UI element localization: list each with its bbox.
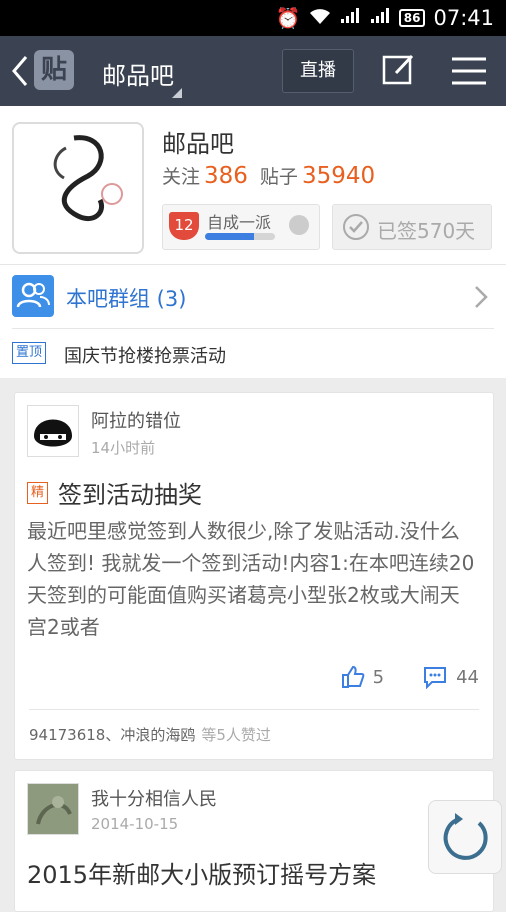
signal-icon-2 <box>369 6 391 30</box>
tieba-logo-icon[interactable]: 贴 <box>34 50 74 90</box>
post-title-row: 精 签到活动抽奖 <box>27 475 202 510</box>
comment-count: 44 <box>456 666 479 688</box>
post-title: 签到活动抽奖 <box>58 481 203 509</box>
member-level[interactable]: 12 自成一派 <box>162 204 320 250</box>
liked-by[interactable]: 94173618、冲浪的海鸥 等5人赞过 <box>29 709 479 745</box>
posts-count: 35940 <box>301 163 376 189</box>
post-time: 2014-10-15 <box>91 815 179 833</box>
battery-icon: 86 <box>398 9 426 27</box>
signed-days-label: 已签570天 <box>377 219 476 243</box>
forum-name: 邮品吧 <box>162 130 234 158</box>
follow-count: 386 <box>204 163 248 189</box>
wifi-icon <box>309 6 331 30</box>
pinned-post[interactable]: 置顶 国庆节抢楼抢票活动 <box>0 328 506 378</box>
posts-label: 贴子 <box>259 166 298 188</box>
groups-label: 本吧群组 (3) <box>66 287 187 311</box>
post-time: 14小时前 <box>91 439 156 457</box>
post-card[interactable]: 我十分相信人民 2014-10-15 2015年新邮大小版预订摇号方案 <box>14 770 494 912</box>
pinned-title: 国庆节抢楼抢票活动 <box>64 346 226 367</box>
nav-bar: 贴 邮品吧 直播 <box>0 36 506 106</box>
liked-by-users: 94173618、冲浪的海鸥 <box>29 726 196 744</box>
dragon-logo-icon <box>53 135 123 222</box>
user-avatar[interactable] <box>27 783 79 835</box>
refresh-button[interactable] <box>428 800 502 874</box>
refresh-icon <box>443 813 488 860</box>
level-progress-fill <box>205 233 254 240</box>
level-progress-bar <box>205 233 275 240</box>
status-icons: ⏰ 86 07:41 <box>276 0 494 36</box>
check-icon <box>343 214 369 240</box>
forum-header: 邮品吧 关注 386 贴子 35940 12 自成一派 已签570天 <box>0 106 506 264</box>
comment-icon[interactable] <box>422 665 448 689</box>
pinned-tag: 置顶 <box>12 342 47 364</box>
liked-by-more: 等5人赞过 <box>201 726 271 744</box>
status-bar: ⏰ 86 07:41 <box>0 0 506 36</box>
dropdown-caret-icon[interactable] <box>172 88 182 98</box>
thumbs-up-icon[interactable] <box>341 665 365 689</box>
live-button[interactable]: 直播 <box>282 49 354 93</box>
like-count: 5 <box>372 666 385 688</box>
nav-title[interactable]: 邮品吧 <box>102 56 174 91</box>
level-badge: 12 <box>169 212 199 240</box>
level-name: 自成一派 <box>207 213 272 232</box>
post-author[interactable]: 阿拉的错位 <box>91 407 181 433</box>
signal-icon <box>339 6 361 30</box>
group-icon <box>12 275 54 317</box>
essence-tag: 精 <box>27 481 49 504</box>
forum-groups-row[interactable]: 本吧群组 (3) <box>0 264 506 329</box>
post-card[interactable]: 阿拉的错位 14小时前 精 签到活动抽奖 最近吧里感觉签到人数很少,除了发贴活动… <box>14 392 494 760</box>
alarm-icon: ⏰ <box>275 6 301 30</box>
forum-avatar[interactable] <box>12 122 144 254</box>
post-title: 2015年新邮大小版预订摇号方案 <box>27 861 377 889</box>
follow-label: 关注 <box>162 166 201 188</box>
clock: 07:41 <box>433 6 494 30</box>
rocket-icon <box>289 215 309 235</box>
post-author[interactable]: 我十分相信人民 <box>91 785 217 811</box>
menu-icon[interactable] <box>452 57 486 85</box>
sign-in-button[interactable]: 已签570天 <box>332 204 492 250</box>
post-body: 最近吧里感觉签到人数很少,除了发贴活动.没什么人签到! 我就发一个签到活动!内容… <box>27 519 475 639</box>
compose-icon[interactable] <box>382 53 416 87</box>
back-arrow-icon[interactable] <box>10 54 30 88</box>
forum-stats: 关注 386 贴子 35940 <box>162 162 387 189</box>
post-actions: 5 44 <box>341 665 479 689</box>
chevron-right-icon <box>475 286 488 308</box>
user-avatar[interactable] <box>27 405 79 457</box>
